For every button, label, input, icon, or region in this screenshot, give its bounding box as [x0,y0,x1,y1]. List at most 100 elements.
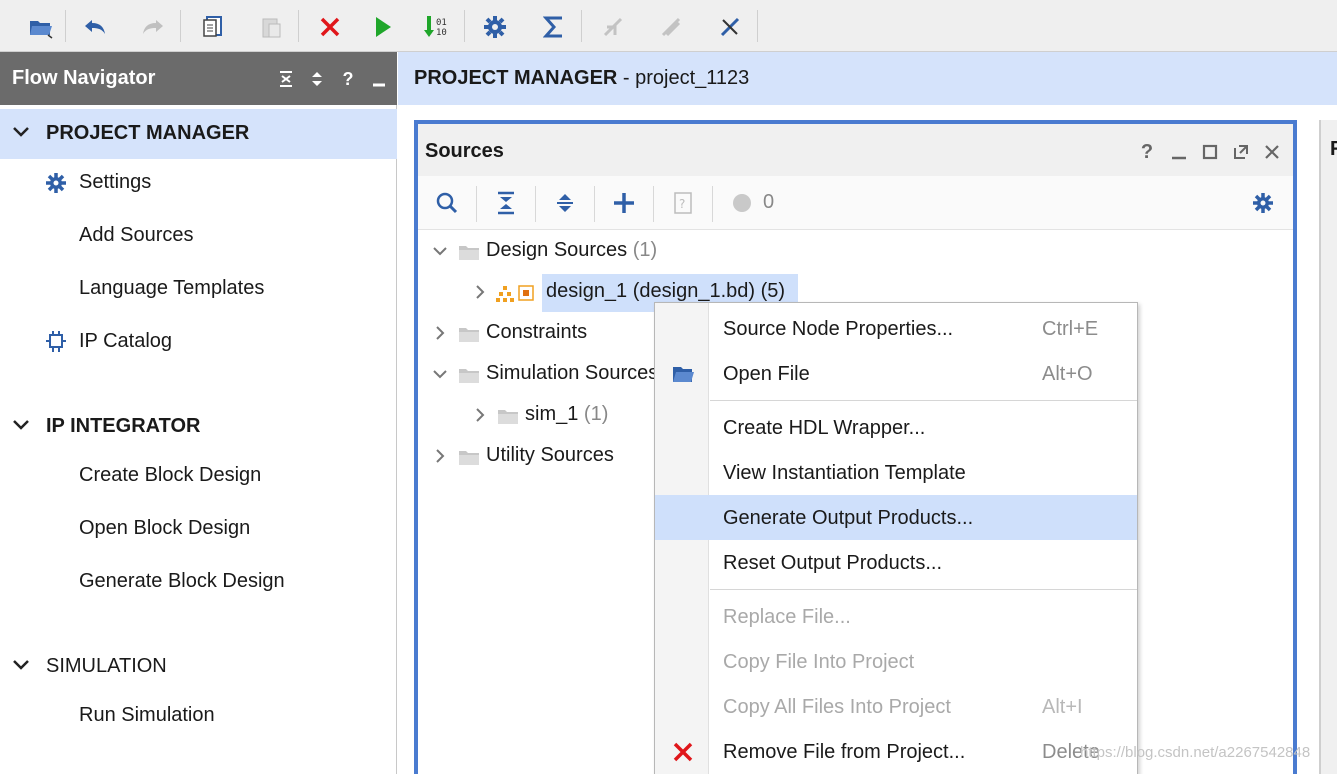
section-simulation[interactable]: SIMULATION [0,642,397,692]
nav-item-label: Add Sources [79,224,194,246]
redo-icon [136,10,170,44]
chevron-down-icon[interactable] [432,366,448,382]
nav-item-label: Language Templates [79,277,265,299]
section-project-manager[interactable]: PROJECT MANAGER [0,109,397,159]
sigma-icon[interactable] [537,10,571,44]
chevron-right-icon[interactable] [432,325,448,341]
block-design-icon [518,285,534,301]
chevron-right-icon[interactable] [472,284,488,300]
toolbar-separator [180,10,181,42]
sources-panel-header: Sources ? [418,124,1293,176]
menu-item-reset-output-products[interactable]: Reset Output Products... [655,540,1137,585]
toolbar-separator [581,10,582,42]
menu-item-view-instantiation-template[interactable]: View Instantiation Template [655,450,1137,495]
nav-item-label: Settings [79,171,152,193]
chevron-down-icon[interactable] [12,656,30,674]
toolbar-separator [712,186,713,222]
nav-item-add-sources[interactable]: Add Sources [0,214,397,258]
menu-item-generate-output-products[interactable]: Generate Output Products... [655,495,1137,540]
menu-item-label: Source Node Properties... [723,318,954,340]
chevron-down-icon[interactable] [12,416,30,434]
nav-item-label: Create Block Design [79,464,262,486]
pin-tool-icon[interactable] [713,10,747,44]
nav-item-open-block-design[interactable]: Open Block Design [0,507,397,551]
main-header: PROJECT MANAGER - project_1123 [398,52,1337,105]
add-sources-icon[interactable] [609,188,639,218]
menu-item-copy-all-files-into-project: Copy All Files Into Project Alt+I [655,684,1137,729]
context-menu: Source Node Properties... Ctrl+E Open Fi… [654,302,1138,774]
delete-icon[interactable] [313,10,347,44]
section-ip-integrator[interactable]: IP INTEGRATOR [0,402,397,452]
sources-title: Sources [425,140,504,162]
expand-all-icon[interactable] [307,69,327,89]
design-sources-label: Design Sources [486,239,628,261]
help-icon[interactable]: ? [1136,141,1158,163]
toolbar-separator [476,186,477,222]
nav-item-ip-catalog[interactable]: IP Catalog [0,320,397,364]
open-folder-icon [673,367,694,382]
delete-icon [673,742,693,762]
nav-item-language-templates[interactable]: Language Templates [0,267,397,311]
nav-item-run-simulation[interactable]: Run Simulation [0,694,397,738]
toolbar-separator [464,10,465,42]
watermark: https://blog.csdn.net/a2267542848 [1080,744,1311,761]
nav-item-generate-block-design[interactable]: Generate Block Design [0,560,397,604]
menu-item-open-file[interactable]: Open File Alt+O [655,351,1137,396]
menu-item-label: Copy File Into Project [723,651,915,673]
nav-item-settings[interactable]: Settings [0,161,397,205]
maximize-icon[interactable] [1199,141,1221,163]
status-count: 0 [763,191,775,213]
folder-icon [459,246,479,260]
nav-item-label: Run Simulation [79,704,215,726]
toolbar-separator [298,10,299,42]
expand-all-icon[interactable] [550,188,580,218]
page-title: PROJECT MANAGER - project_1123 [414,67,749,90]
copy-icon[interactable] [196,10,230,44]
nav-item-label: Open Block Design [79,517,251,539]
collapse-all-icon[interactable] [276,69,296,89]
nav-item-label: Generate Block Design [79,570,285,592]
float-icon[interactable] [1230,141,1252,163]
open-project-icon[interactable] [24,10,58,44]
menu-item-label: Create HDL Wrapper... [723,417,926,439]
menu-item-copy-file-into-project: Copy File Into Project [655,639,1137,684]
tree-item-label: Simulation Sources [486,362,659,384]
menu-separator [710,400,1137,401]
source-properties-icon: ? [668,188,698,218]
toolbar-separator [65,10,66,42]
page-title-project: - project_1123 [617,67,750,89]
right-panel-stub: F [1319,120,1337,774]
nav-item-create-block-design[interactable]: Create Block Design [0,454,397,498]
toolbar-separator [594,186,595,222]
minimize-icon[interactable] [1168,141,1190,163]
hierarchy-icon [496,286,514,302]
toolbar-separator [757,10,758,42]
gear-icon[interactable] [1248,188,1278,218]
chevron-right-icon[interactable] [432,448,448,464]
sources-toolbar: ? 0 [418,176,1293,230]
page-title-bold: PROJECT MANAGER [414,67,618,89]
settings-icon[interactable] [478,10,512,44]
search-icon[interactable] [432,188,462,218]
help-icon[interactable]: ? [338,69,358,89]
chevron-down-icon[interactable] [12,123,30,141]
chevron-right-icon[interactable] [472,407,488,423]
menu-item-label: Remove File from Project... [723,741,966,763]
collapse-all-icon[interactable] [491,188,521,218]
close-icon[interactable] [1261,141,1283,163]
menu-item-source-node-properties[interactable]: Source Node Properties... Ctrl+E [655,306,1137,351]
menu-item-remove-file-from-project[interactable]: Remove File from Project... Delete [655,729,1137,774]
tree-item-design-sources[interactable]: Design Sources (1) [418,232,1293,272]
minimize-icon[interactable] [369,69,389,89]
tree-item-label: Constraints [486,321,588,343]
menu-item-label: Open File [723,363,810,385]
chevron-down-icon[interactable] [432,243,448,259]
run-icon[interactable] [366,10,400,44]
right-panel-title: F [1330,138,1337,160]
undo-icon[interactable] [78,10,112,44]
auto-connect-icon [596,10,630,44]
bitstream-icon[interactable]: 01 10 [420,10,454,44]
menu-item-create-hdl-wrapper[interactable]: Create HDL Wrapper... [655,405,1137,450]
nav-item-label: IP Catalog [79,330,173,352]
svg-text:10: 10 [436,28,447,38]
